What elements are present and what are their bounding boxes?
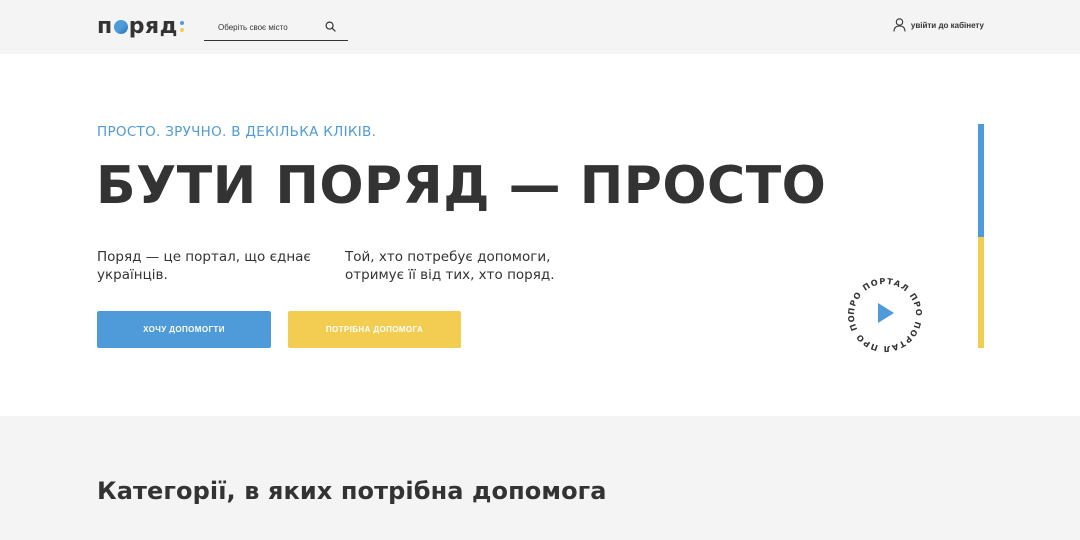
hero-tagline: ПРОСТО. ЗРУЧНО. В ДЕКІЛЬКА КЛІКІВ. (97, 124, 377, 140)
need-help-button[interactable]: ПОТРІБНА ДОПОМОГА (288, 311, 461, 348)
logo-text-left: п (97, 13, 113, 39)
categories-title: Категорії, в яких потрібна допомога (97, 477, 607, 505)
flag-bar-blue (978, 124, 984, 237)
logo-dots-icon (179, 20, 184, 32)
user-icon (893, 18, 906, 32)
hero-description-left: Поряд — це портал, що єднає українців. (97, 249, 311, 283)
about-portal-badge[interactable]: ПРО ПОРТАЛ ПРО ПОРТАЛ ПРО ПОРТАЛ (839, 265, 927, 357)
search-icon[interactable] (325, 21, 336, 32)
site-logo[interactable]: п ряд (97, 13, 184, 39)
categories-section: Категорії, в яких потрібна допомога (0, 416, 1080, 540)
hero-headline: БУТИ ПОРЯД — ПРОСТО (96, 156, 827, 216)
flag-bar-yellow (978, 237, 984, 348)
flag-bar (978, 124, 984, 348)
login-link[interactable]: увійти до кабінету (893, 18, 984, 32)
login-label: увійти до кабінету (910, 20, 984, 30)
logo-text-right: ряд (128, 13, 178, 39)
play-icon[interactable] (878, 303, 894, 323)
want-to-help-button[interactable]: ХОЧУ ДОПОМОГТИ (97, 311, 271, 348)
globe-icon (113, 20, 128, 34)
city-search (204, 14, 348, 41)
hero-description-right: Той, хто потребує допомоги, отримує її в… (345, 249, 555, 283)
city-search-input[interactable] (204, 22, 316, 32)
site-header: п ряд увійти до кабінету (0, 0, 1080, 54)
